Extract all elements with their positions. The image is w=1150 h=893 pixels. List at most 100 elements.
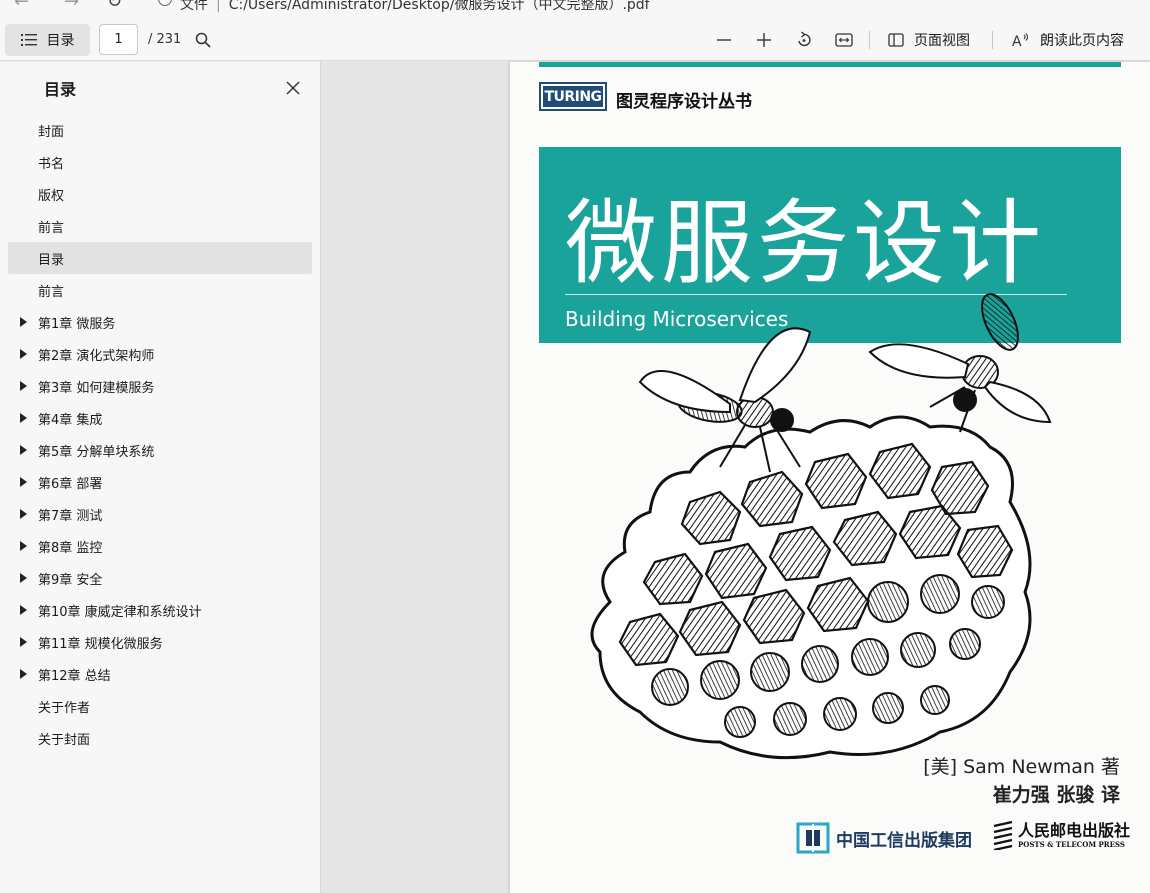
toc-item[interactable]: 第12章 总结 bbox=[8, 658, 312, 690]
page-view-label: 页面视图 bbox=[914, 33, 970, 49]
pdf-page: TURING 图灵程序设计丛书 微服务设计 Building Microserv… bbox=[510, 62, 1150, 893]
toc-item-label: 第10章 康威定律和系统设计 bbox=[38, 604, 202, 620]
toc-item[interactable]: 关于封面 bbox=[8, 722, 312, 754]
toc-item[interactable]: 第8章 监控 bbox=[8, 530, 312, 562]
refresh-icon[interactable]: ↻ bbox=[107, 0, 122, 12]
expand-arrow-icon[interactable] bbox=[20, 317, 27, 327]
series-title: 图灵程序设计丛书 bbox=[616, 92, 752, 112]
toc-item-label: 书名 bbox=[38, 156, 65, 172]
page-view-button[interactable]: 页面视图 bbox=[882, 25, 976, 55]
toc-item[interactable]: 第3章 如何建模服务 bbox=[8, 370, 312, 402]
zoom-in-button[interactable] bbox=[750, 27, 778, 53]
toc-item-label: 第7章 测试 bbox=[38, 508, 103, 524]
pdf-toolbar: 目录 1 / 231 页面视图 A 朗读此页内容 bbox=[0, 18, 1150, 61]
toc-item-label: 第5章 分解单块系统 bbox=[38, 444, 155, 460]
plus-icon bbox=[757, 33, 771, 47]
expand-arrow-icon[interactable] bbox=[20, 573, 27, 583]
publisher-group-icon bbox=[796, 822, 830, 854]
info-icon[interactable] bbox=[158, 0, 172, 6]
expand-arrow-icon[interactable] bbox=[20, 669, 27, 679]
expand-arrow-icon[interactable] bbox=[20, 349, 27, 359]
search-button[interactable] bbox=[190, 27, 216, 53]
toolbar-divider bbox=[992, 31, 993, 49]
toc-item[interactable]: 封面 bbox=[8, 114, 312, 146]
cover-top-band bbox=[539, 62, 1121, 67]
rotate-button[interactable] bbox=[790, 27, 818, 53]
back-icon[interactable]: ← bbox=[14, 0, 29, 12]
toc-item-selected[interactable]: 目录 bbox=[8, 242, 312, 274]
read-aloud-button[interactable]: A 朗读此页内容 bbox=[1006, 25, 1130, 55]
toc-item[interactable]: 前言 bbox=[8, 274, 312, 306]
turing-logo: TURING bbox=[539, 82, 607, 111]
close-sidebar-button[interactable] bbox=[281, 76, 305, 100]
toc-item[interactable]: 第1章 微服务 bbox=[8, 306, 312, 338]
rotate-icon bbox=[798, 31, 811, 47]
close-icon bbox=[286, 81, 300, 95]
author-line: [美] Sam Newman 著 bbox=[923, 756, 1120, 778]
translator-line: 崔力强 张骏 译 bbox=[992, 784, 1120, 806]
toc-item-label: 第8章 监控 bbox=[38, 540, 103, 556]
expand-arrow-icon[interactable] bbox=[20, 541, 27, 551]
minus-icon bbox=[717, 39, 731, 41]
publisher-logo: 人民邮电出版社 POSTS & TELECOM PRESS bbox=[992, 820, 1130, 850]
list-icon bbox=[20, 34, 37, 46]
read-aloud-label: 朗读此页内容 bbox=[1040, 33, 1124, 49]
toc-list: 封面 书名 版权 前言 目录 前言 第1章 微服务 第2章 演化式架构师 第3章… bbox=[8, 114, 312, 754]
toc-item[interactable]: 第7章 测试 bbox=[8, 498, 312, 530]
expand-arrow-icon[interactable] bbox=[20, 509, 27, 519]
expand-arrow-icon[interactable] bbox=[20, 413, 27, 423]
page-total: / 231 bbox=[148, 32, 182, 47]
toc-item[interactable]: 第4章 集成 bbox=[8, 402, 312, 434]
publisher-icon bbox=[993, 820, 1013, 850]
toc-item[interactable]: 第10章 康威定律和系统设计 bbox=[8, 594, 312, 626]
publisher-name-en: POSTS & TELECOM PRESS bbox=[1018, 839, 1125, 849]
publisher-name-cn: 人民邮电出版社 bbox=[1018, 820, 1131, 840]
expand-arrow-icon[interactable] bbox=[20, 445, 27, 455]
toolbar-divider bbox=[869, 31, 870, 49]
toc-item[interactable]: 第5章 分解单块系统 bbox=[8, 434, 312, 466]
toc-item-label: 目录 bbox=[38, 252, 65, 268]
page-number-input[interactable]: 1 bbox=[99, 24, 138, 55]
toc-item-label: 第11章 规模化微服务 bbox=[38, 636, 163, 652]
toc-item[interactable]: 第2章 演化式架构师 bbox=[8, 338, 312, 370]
expand-arrow-icon[interactable] bbox=[20, 605, 27, 615]
expand-arrow-icon[interactable] bbox=[20, 477, 27, 487]
toc-item-label: 版权 bbox=[38, 188, 65, 204]
toc-item-label: 第2章 演化式架构师 bbox=[38, 348, 155, 364]
toc-item-label: 前言 bbox=[38, 284, 65, 300]
toc-item[interactable]: 第9章 安全 bbox=[8, 562, 312, 594]
toc-item-label: 关于封面 bbox=[38, 732, 91, 748]
address-bar: ← → ↻ 文件 | C:/Users/Administrator/Desktop/… bbox=[0, 0, 1150, 18]
toc-item-label: 第6章 部署 bbox=[38, 476, 103, 492]
zoom-out-button[interactable] bbox=[710, 27, 738, 53]
toc-item[interactable]: 关于作者 bbox=[8, 690, 312, 722]
toc-item[interactable]: 书名 bbox=[8, 146, 312, 178]
toc-item-label: 关于作者 bbox=[38, 700, 91, 716]
bees-honeycomb-illustration bbox=[590, 293, 1052, 760]
toc-item-label: 第4章 集成 bbox=[38, 412, 103, 428]
search-icon bbox=[195, 32, 211, 48]
toc-item[interactable]: 前言 bbox=[8, 210, 312, 242]
fit-width-button[interactable] bbox=[830, 27, 858, 53]
toc-item-label: 第3章 如何建模服务 bbox=[38, 380, 155, 396]
publisher-group-logo: 中国工信出版集团 bbox=[796, 822, 972, 854]
toc-item[interactable]: 第6章 部署 bbox=[8, 466, 312, 498]
toc-item-label: 第12章 总结 bbox=[38, 668, 111, 684]
svg-text:A: A bbox=[1012, 34, 1022, 48]
page-view-icon bbox=[888, 33, 904, 47]
forward-icon[interactable]: → bbox=[64, 0, 79, 12]
right-bee bbox=[868, 293, 1052, 433]
address-text[interactable]: 文件 | C:/Users/Administrator/Desktop/微服务设计（… bbox=[180, 0, 650, 14]
toc-item-label: 前言 bbox=[38, 220, 65, 236]
toc-sidebar: 目录 封面 书名 版权 前言 目录 前言 第1章 微服务 第2章 演化式架构师 … bbox=[0, 62, 321, 893]
fit-width-icon bbox=[835, 33, 853, 47]
toc-item-label: 第1章 微服务 bbox=[38, 316, 116, 332]
toc-item[interactable]: 版权 bbox=[8, 178, 312, 210]
toc-item-label: 封面 bbox=[38, 124, 65, 140]
toc-item[interactable]: 第11章 规模化微服务 bbox=[8, 626, 312, 658]
toc-toggle-label: 目录 bbox=[46, 33, 75, 49]
sidebar-title: 目录 bbox=[44, 80, 77, 99]
expand-arrow-icon[interactable] bbox=[20, 637, 27, 647]
expand-arrow-icon[interactable] bbox=[20, 381, 27, 391]
toc-toggle-button[interactable]: 目录 bbox=[5, 24, 90, 56]
